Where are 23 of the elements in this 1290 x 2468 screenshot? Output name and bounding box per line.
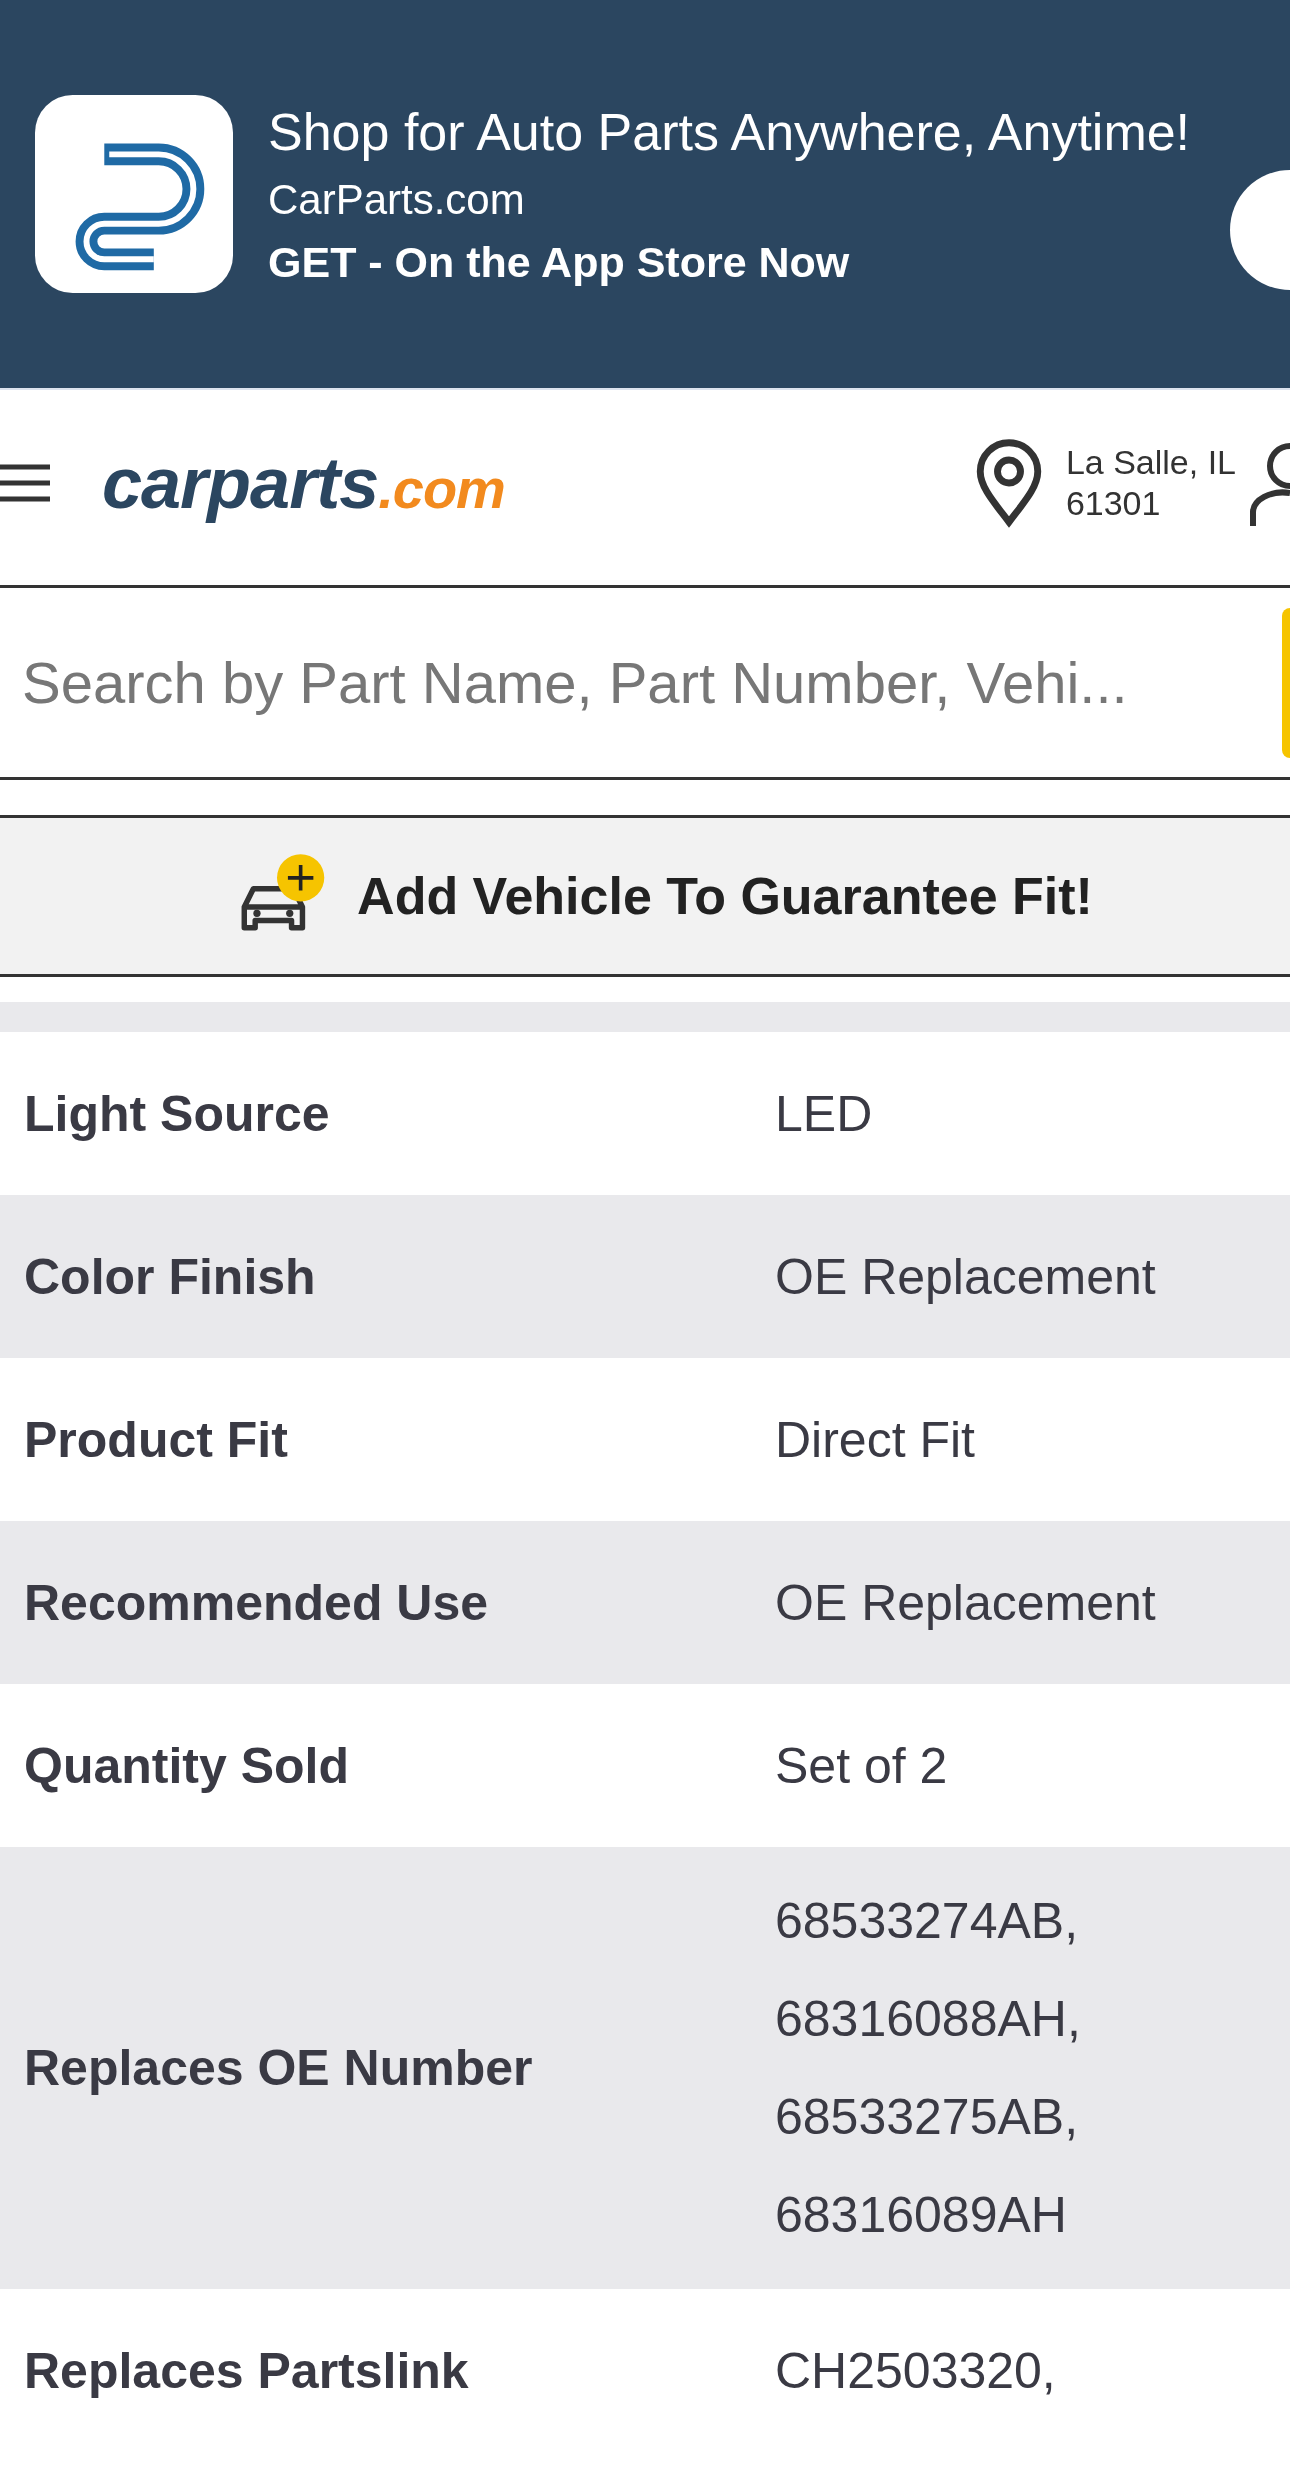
spec-value: OE Replacement: [775, 1247, 1156, 1307]
spec-value: CH2503320,: [775, 2341, 1056, 2401]
banner-title: Shop for Auto Parts Anywhere, Anytime!: [268, 101, 1191, 162]
spec-value: OE Replacement: [775, 1573, 1156, 1633]
banner-cta: GET - On the App Store Now: [268, 237, 851, 287]
location-text[interactable]: La Salle, IL 61301: [1065, 441, 1236, 524]
banner-publisher: CarParts.com: [268, 175, 526, 224]
spec-label: Replaces OE Number: [23, 2039, 534, 2097]
spec-label: Replaces Partslink: [23, 2341, 470, 2400]
spec-label: Recommended Use: [23, 1573, 490, 1632]
spec-label: Product Fit: [23, 1410, 289, 1469]
add-vehicle-button[interactable]: Add Vehicle To Guarantee Fit!: [0, 815, 1290, 977]
search-field[interactable]: Search by Part Name, Part Number, Vehi...: [0, 648, 1282, 717]
spec-label: Quantity Sold: [23, 1736, 350, 1795]
spec-label: Color Finish: [23, 1247, 317, 1306]
spec-value: Set of 2: [775, 1736, 948, 1796]
spec-value: LED: [775, 1084, 873, 1144]
spec-label: Light Source: [23, 1084, 331, 1143]
menu-icon[interactable]: [0, 462, 50, 503]
app-logo-icon[interactable]: [35, 95, 233, 293]
site-logo[interactable]: carparts.com: [102, 441, 505, 524]
spec-value: Direct Fit: [775, 1410, 975, 1470]
spec-value: 68533274AB, 68316088AH, 68533275AB, 68316089AH: [775, 1892, 1081, 2245]
